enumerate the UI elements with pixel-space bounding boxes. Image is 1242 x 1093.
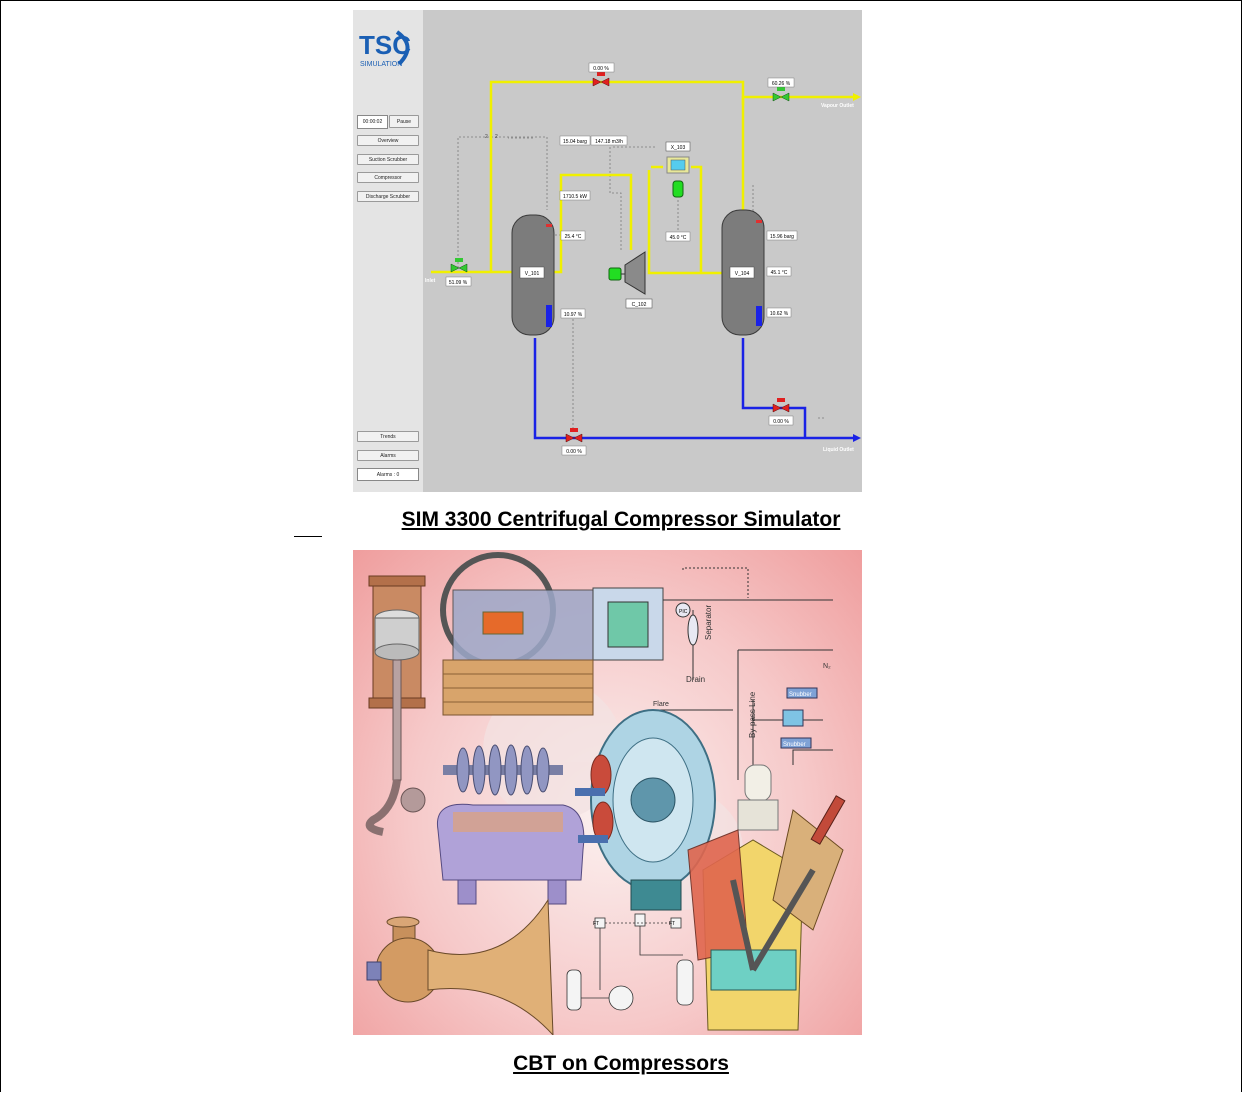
- vessel-v104[interactable]: V_104: [721, 209, 765, 336]
- pulsation-vessel-icon: [782, 709, 804, 727]
- nitrogen-label: N₂: [823, 663, 831, 670]
- vapour-outlet-valve-icon[interactable]: [772, 87, 790, 102]
- caption-underline-lead: [294, 536, 322, 537]
- trends-button[interactable]: Trends: [357, 431, 419, 442]
- vessel-v101[interactable]: V_101: [511, 214, 555, 336]
- process-diagram: V_101 V_104 C_102 X_103 51.09 % 0.00 % 6…: [425, 62, 861, 456]
- screw-compressor-casing-illustration: [436, 803, 585, 905]
- compressor-illustrations: PIC Separator Drain By-pass Line Snubber…: [365, 552, 846, 1035]
- alarms-button[interactable]: Alarms: [357, 450, 419, 461]
- nav-compressor-button[interactable]: Compressor: [357, 172, 419, 183]
- flare-label: Flare: [653, 701, 669, 708]
- pause-button[interactable]: Pause: [389, 115, 419, 128]
- top-valve-icon[interactable]: [592, 72, 610, 87]
- bypass-label: By-pass Line: [748, 691, 757, 738]
- simulator-screenshot: TSC SIMULATION 00:00:02 Pause Overview S…: [353, 10, 862, 492]
- snubber-top-label: Snubber: [789, 692, 812, 698]
- liquid-outlet-label: Liquid Outlet: [823, 447, 854, 453]
- vapour-lines: [431, 80, 853, 275]
- compressor-c102[interactable]: C_102: [608, 251, 653, 309]
- cbt-collage-image: PIC Separator Drain By-pass Line Snubber…: [353, 550, 862, 1035]
- separator-label: Separator: [704, 605, 713, 640]
- drain-label: Drain: [686, 675, 705, 684]
- inlet-valve-icon[interactable]: [450, 258, 468, 273]
- cbt-caption: CBT on Compressors: [513, 1052, 729, 1075]
- alarm-count-display: Alarms : 0: [357, 468, 419, 481]
- ft-right-label: FT: [669, 921, 675, 927]
- suction-pressure-readout: 15.04 barg: [563, 139, 587, 145]
- tsc-logo: TSC SIMULATION: [359, 30, 411, 68]
- inlet-label: Inlet: [425, 278, 436, 284]
- v101-label: V_101: [525, 271, 540, 277]
- v104-level-readout: 10.62 %: [770, 311, 789, 317]
- liquid-lines: [533, 338, 853, 440]
- snubber-bottom-label: Snubber: [783, 742, 806, 748]
- x103-label: X_103: [671, 145, 686, 151]
- liquid-valve-right-icon[interactable]: [772, 398, 790, 413]
- vapour-valve-readout: 60.26 %: [772, 81, 791, 87]
- v101-temp-readout: 25.4 °C: [565, 234, 582, 240]
- c102-label: C_102: [632, 302, 647, 308]
- suction-flow-readout: 147.18 m3/h: [595, 139, 623, 145]
- flow-schematic-illustration: [566, 913, 694, 1011]
- flywheel-compressor-illustration: [440, 552, 664, 716]
- tag-b: 2: [495, 134, 498, 140]
- reciprocating-cylinder-illustration: [365, 575, 426, 836]
- liquid-valve-bottom-readout: 0.00 %: [566, 449, 582, 455]
- logo-subtext: SIMULATION: [360, 61, 402, 68]
- v101-level-readout: 10.97 %: [564, 312, 583, 318]
- liquid-valve-right-readout: 0.00 %: [773, 419, 789, 425]
- vapour-outlet-label: Vapour Outlet: [821, 103, 854, 109]
- pic-label: PIC: [679, 609, 688, 615]
- nav-suction-scrubber-button[interactable]: Suction Scrubber: [357, 154, 419, 165]
- simulator-sidebar: TSC SIMULATION 00:00:02 Pause Overview S…: [353, 10, 423, 492]
- nav-overview-button[interactable]: Overview: [357, 135, 419, 146]
- tag-a: 2: [485, 134, 488, 140]
- timer-display: 00:00:02: [357, 115, 388, 129]
- simulator-caption: SIM 3300 Centrifugal Compressor Simulato…: [401, 508, 841, 531]
- liquid-valve-bottom-icon[interactable]: [565, 428, 583, 443]
- nav-discharge-scrubber-button[interactable]: Discharge Scrubber: [357, 191, 419, 202]
- power-readout: 1710.5 kW: [563, 194, 587, 200]
- ft-left-label: FT: [593, 921, 599, 927]
- x103-temp-readout: 45.0 °C: [670, 235, 687, 241]
- inlet-valve-readout: 51.09 %: [449, 280, 468, 286]
- v104-temp-readout: 45.1 °C: [771, 270, 788, 276]
- cooler-x103[interactable]: X_103: [665, 141, 691, 198]
- vapour-outlet-arrow: [853, 93, 861, 101]
- volute-horn-illustration: [366, 898, 554, 1035]
- liquid-outlet-arrow: [853, 434, 861, 442]
- top-valve-readout: 0.00 %: [593, 66, 609, 72]
- v104-pressure-readout: 15.96 barg: [770, 234, 794, 240]
- v104-label: V_104: [735, 271, 750, 277]
